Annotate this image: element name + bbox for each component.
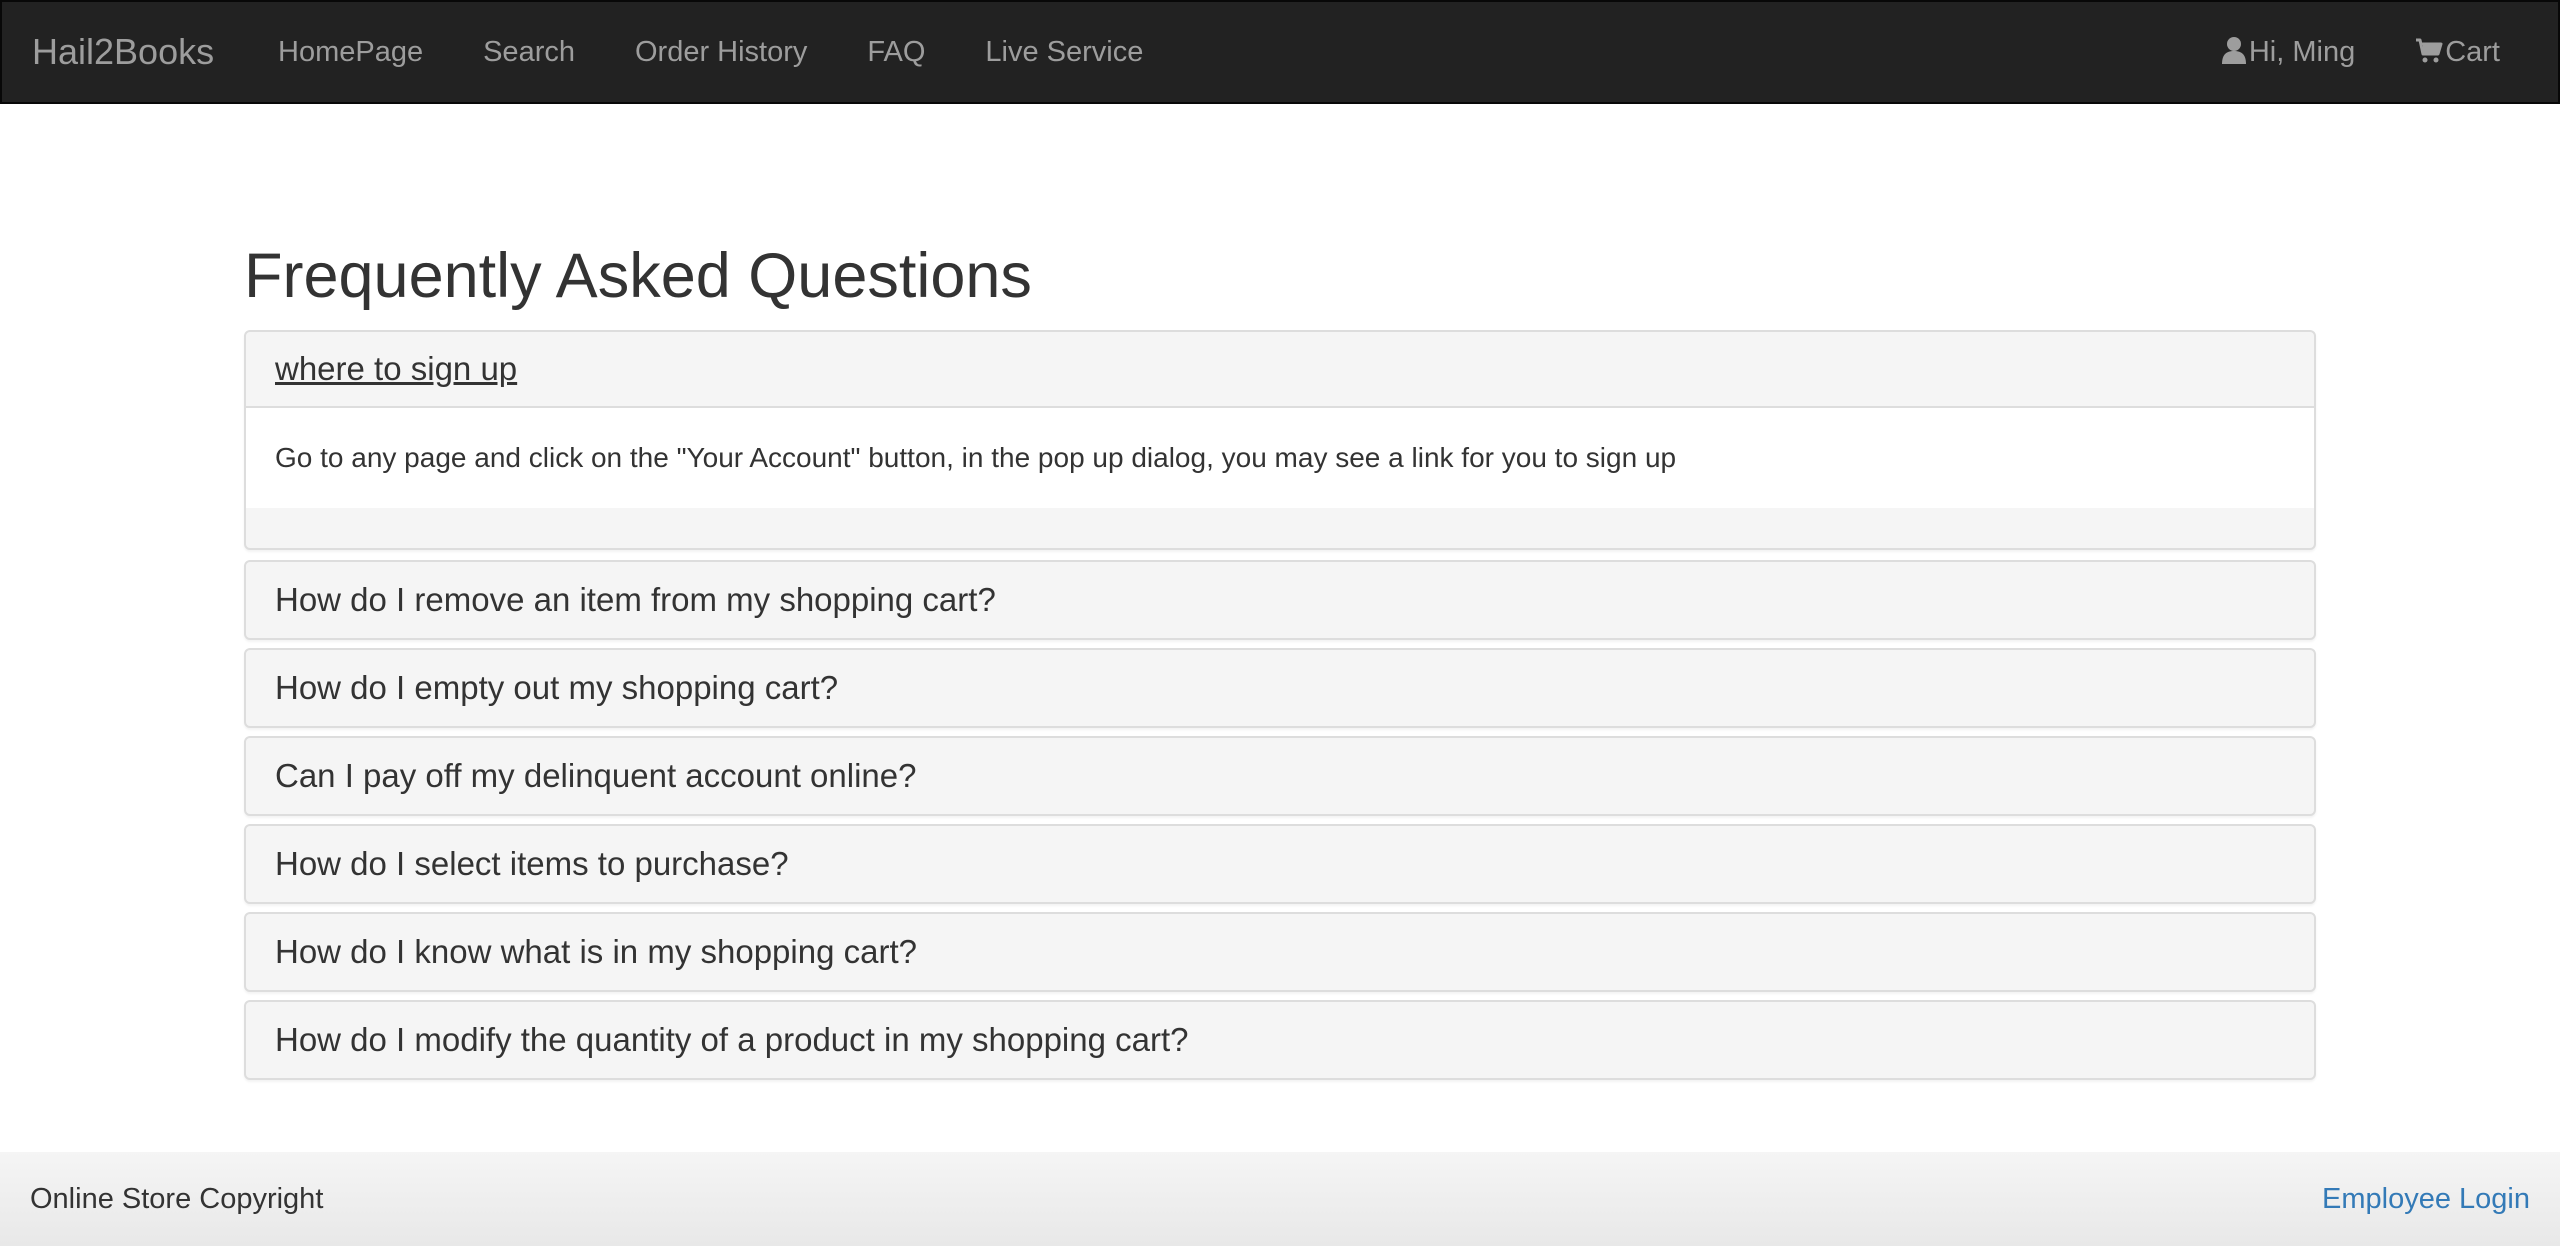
top-navbar: Hail2Books HomePage Search Order History…	[0, 0, 2560, 104]
page-footer: Online Store Copyright Employee Login	[0, 1152, 2560, 1246]
account-nav: Hi, Ming Cart	[2191, 2, 2530, 102]
cart-label: Cart	[2445, 36, 2500, 68]
faq-question-toggle[interactable]: Can I pay off my delinquent account onli…	[246, 738, 2314, 814]
user-account-link[interactable]: Hi, Ming	[2191, 2, 2385, 102]
faq-question-toggle[interactable]: How do I modify the quantity of a produc…	[246, 1002, 2314, 1078]
faq-answer: Go to any page and click on the "Your Ac…	[246, 408, 2314, 508]
cart-link[interactable]: Cart	[2385, 2, 2530, 102]
faq-question-toggle[interactable]: How do I empty out my shopping cart?	[246, 650, 2314, 726]
faq-item: How do I remove an item from my shopping…	[244, 560, 2316, 640]
nav-homepage[interactable]: HomePage	[248, 2, 453, 102]
panel-footer	[246, 508, 2314, 548]
page-title: Frequently Asked Questions	[244, 241, 1032, 311]
copyright-text: Online Store Copyright	[30, 1183, 324, 1215]
user-icon	[2221, 5, 2247, 105]
brand-link[interactable]: Hail2Books	[32, 2, 214, 102]
faq-item: How do I modify the quantity of a produc…	[244, 1000, 2316, 1080]
employee-login-link[interactable]: Employee Login	[2322, 1152, 2530, 1246]
nav-order-history[interactable]: Order History	[605, 2, 837, 102]
faq-item: Can I pay off my delinquent account onli…	[244, 736, 2316, 816]
nav-faq[interactable]: FAQ	[837, 2, 955, 102]
faq-question-toggle[interactable]: How do I remove an item from my shopping…	[246, 562, 2314, 638]
nav-live-service[interactable]: Live Service	[955, 2, 1173, 102]
faq-item: How do I empty out my shopping cart?	[244, 648, 2316, 728]
nav-search[interactable]: Search	[453, 2, 605, 102]
shopping-cart-icon	[2415, 5, 2443, 105]
faq-question-toggle[interactable]: where to sign up	[246, 332, 2314, 408]
faq-item: where to sign up Go to any page and clic…	[244, 330, 2316, 550]
main-nav: HomePage Search Order History FAQ Live S…	[248, 2, 1173, 102]
user-greeting: Hi, Ming	[2248, 36, 2356, 68]
faq-item: How do I select items to purchase?	[244, 824, 2316, 904]
faq-question-toggle[interactable]: How do I know what is in my shopping car…	[246, 914, 2314, 990]
faq-question-toggle[interactable]: How do I select items to purchase?	[246, 826, 2314, 902]
faq-item: How do I know what is in my shopping car…	[244, 912, 2316, 992]
